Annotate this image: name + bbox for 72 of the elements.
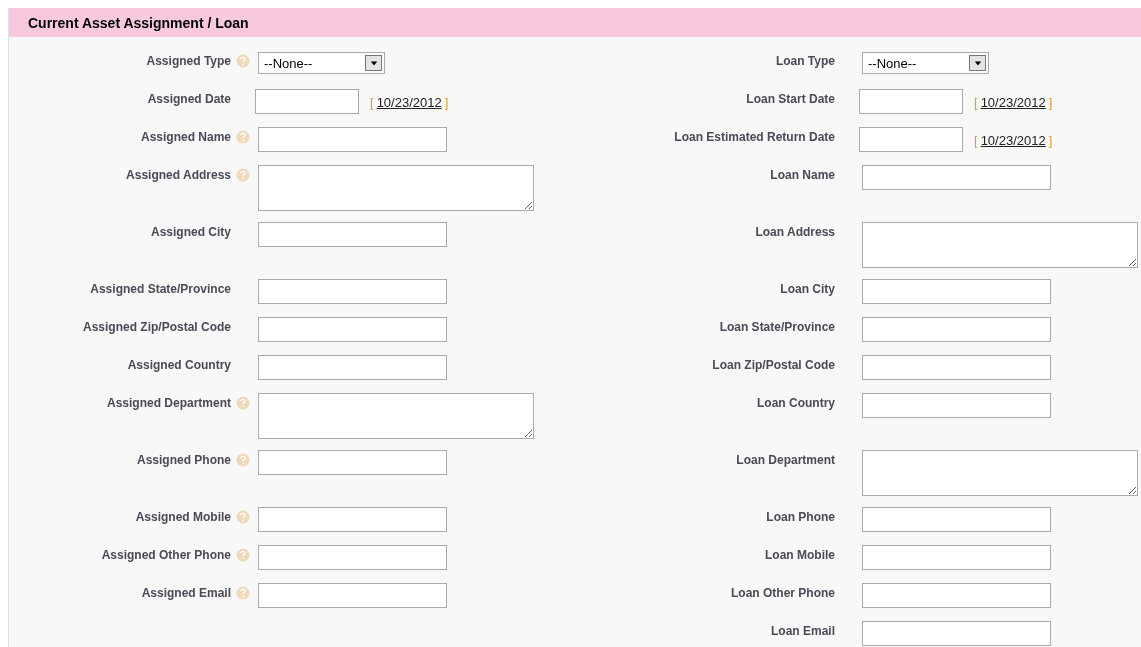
input-field[interactable] xyxy=(258,450,447,475)
field-label: Assigned Name xyxy=(140,130,231,144)
text-area[interactable] xyxy=(862,450,1138,496)
field-label: Assigned Country xyxy=(127,358,231,372)
input-field[interactable] xyxy=(862,583,1051,608)
field-label: Assigned Department xyxy=(106,396,231,410)
field-label: Assigned Address xyxy=(126,168,231,182)
input-field[interactable] xyxy=(862,317,1051,342)
bracket: ] xyxy=(444,95,449,110)
input-field[interactable] xyxy=(862,621,1051,646)
text-area[interactable] xyxy=(258,393,534,439)
field-label: Assigned City xyxy=(151,225,231,239)
section-title: Current Asset Assignment / Loan xyxy=(28,14,249,31)
field-label: Loan Phone xyxy=(766,510,835,524)
bracket: [ xyxy=(974,133,978,148)
field-label: Loan Zip/Postal Code xyxy=(712,358,835,372)
field-label: Loan Mobile xyxy=(765,548,835,562)
field-label: Loan City xyxy=(780,282,835,296)
field-label: Assigned Mobile xyxy=(135,510,231,524)
field-label: Assigned Email xyxy=(141,586,231,600)
field-label: Assigned Type xyxy=(146,54,231,68)
field-label: Assigned Phone xyxy=(137,453,231,467)
select-field[interactable]: --None-- xyxy=(258,52,385,74)
help-icon[interactable] xyxy=(236,396,250,410)
date-field[interactable] xyxy=(859,89,963,114)
help-icon[interactable] xyxy=(236,168,250,182)
bracket: [ xyxy=(974,95,978,110)
text-area[interactable] xyxy=(258,165,534,211)
date-field[interactable] xyxy=(859,127,963,152)
help-icon[interactable] xyxy=(236,453,250,467)
date-link[interactable]: 10/23/2012 xyxy=(376,95,442,110)
field-label: Loan Estimated Return Date xyxy=(674,130,835,144)
field-label: Assigned Other Phone xyxy=(101,548,231,562)
help-icon[interactable] xyxy=(236,548,250,562)
input-field[interactable] xyxy=(862,393,1051,418)
date-link[interactable]: 10/23/2012 xyxy=(980,133,1046,148)
text-area[interactable] xyxy=(862,222,1138,268)
date-link[interactable]: 10/23/2012 xyxy=(980,95,1046,110)
input-field[interactable] xyxy=(862,165,1051,190)
bracket: ] xyxy=(1048,95,1053,110)
input-field[interactable] xyxy=(862,545,1051,570)
input-field[interactable] xyxy=(258,317,447,342)
bracket: ] xyxy=(1048,133,1053,148)
field-label: Loan Start Date xyxy=(746,92,835,106)
input-field[interactable] xyxy=(258,355,447,380)
field-label: Assigned Zip/Postal Code xyxy=(82,320,231,334)
field-label: Loan State/Province xyxy=(719,320,835,334)
input-field[interactable] xyxy=(258,222,447,247)
input-field[interactable] xyxy=(258,545,447,570)
date-field[interactable] xyxy=(255,89,359,114)
field-label: Loan Department xyxy=(736,453,835,467)
input-field[interactable] xyxy=(862,355,1051,380)
input-field[interactable] xyxy=(258,583,447,608)
input-field[interactable] xyxy=(862,279,1051,304)
field-label: Assigned Date xyxy=(147,92,231,106)
field-label: Loan Country xyxy=(757,396,835,410)
input-field[interactable] xyxy=(258,279,447,304)
field-label: Loan Address xyxy=(755,225,835,239)
bracket: [ xyxy=(370,95,374,110)
field-label: Loan Email xyxy=(771,624,835,638)
input-field[interactable] xyxy=(258,507,447,532)
help-icon[interactable] xyxy=(236,510,250,524)
field-label: Loan Name xyxy=(770,168,835,182)
input-field[interactable] xyxy=(258,127,447,152)
input-field[interactable] xyxy=(862,507,1051,532)
help-icon[interactable] xyxy=(236,54,250,68)
field-label: Loan Type xyxy=(775,54,835,68)
select-field[interactable]: --None-- xyxy=(862,52,989,74)
field-label: Assigned State/Province xyxy=(90,282,231,296)
help-icon[interactable] xyxy=(236,586,250,600)
field-label: Loan Other Phone xyxy=(731,586,835,600)
help-icon[interactable] xyxy=(236,130,250,144)
